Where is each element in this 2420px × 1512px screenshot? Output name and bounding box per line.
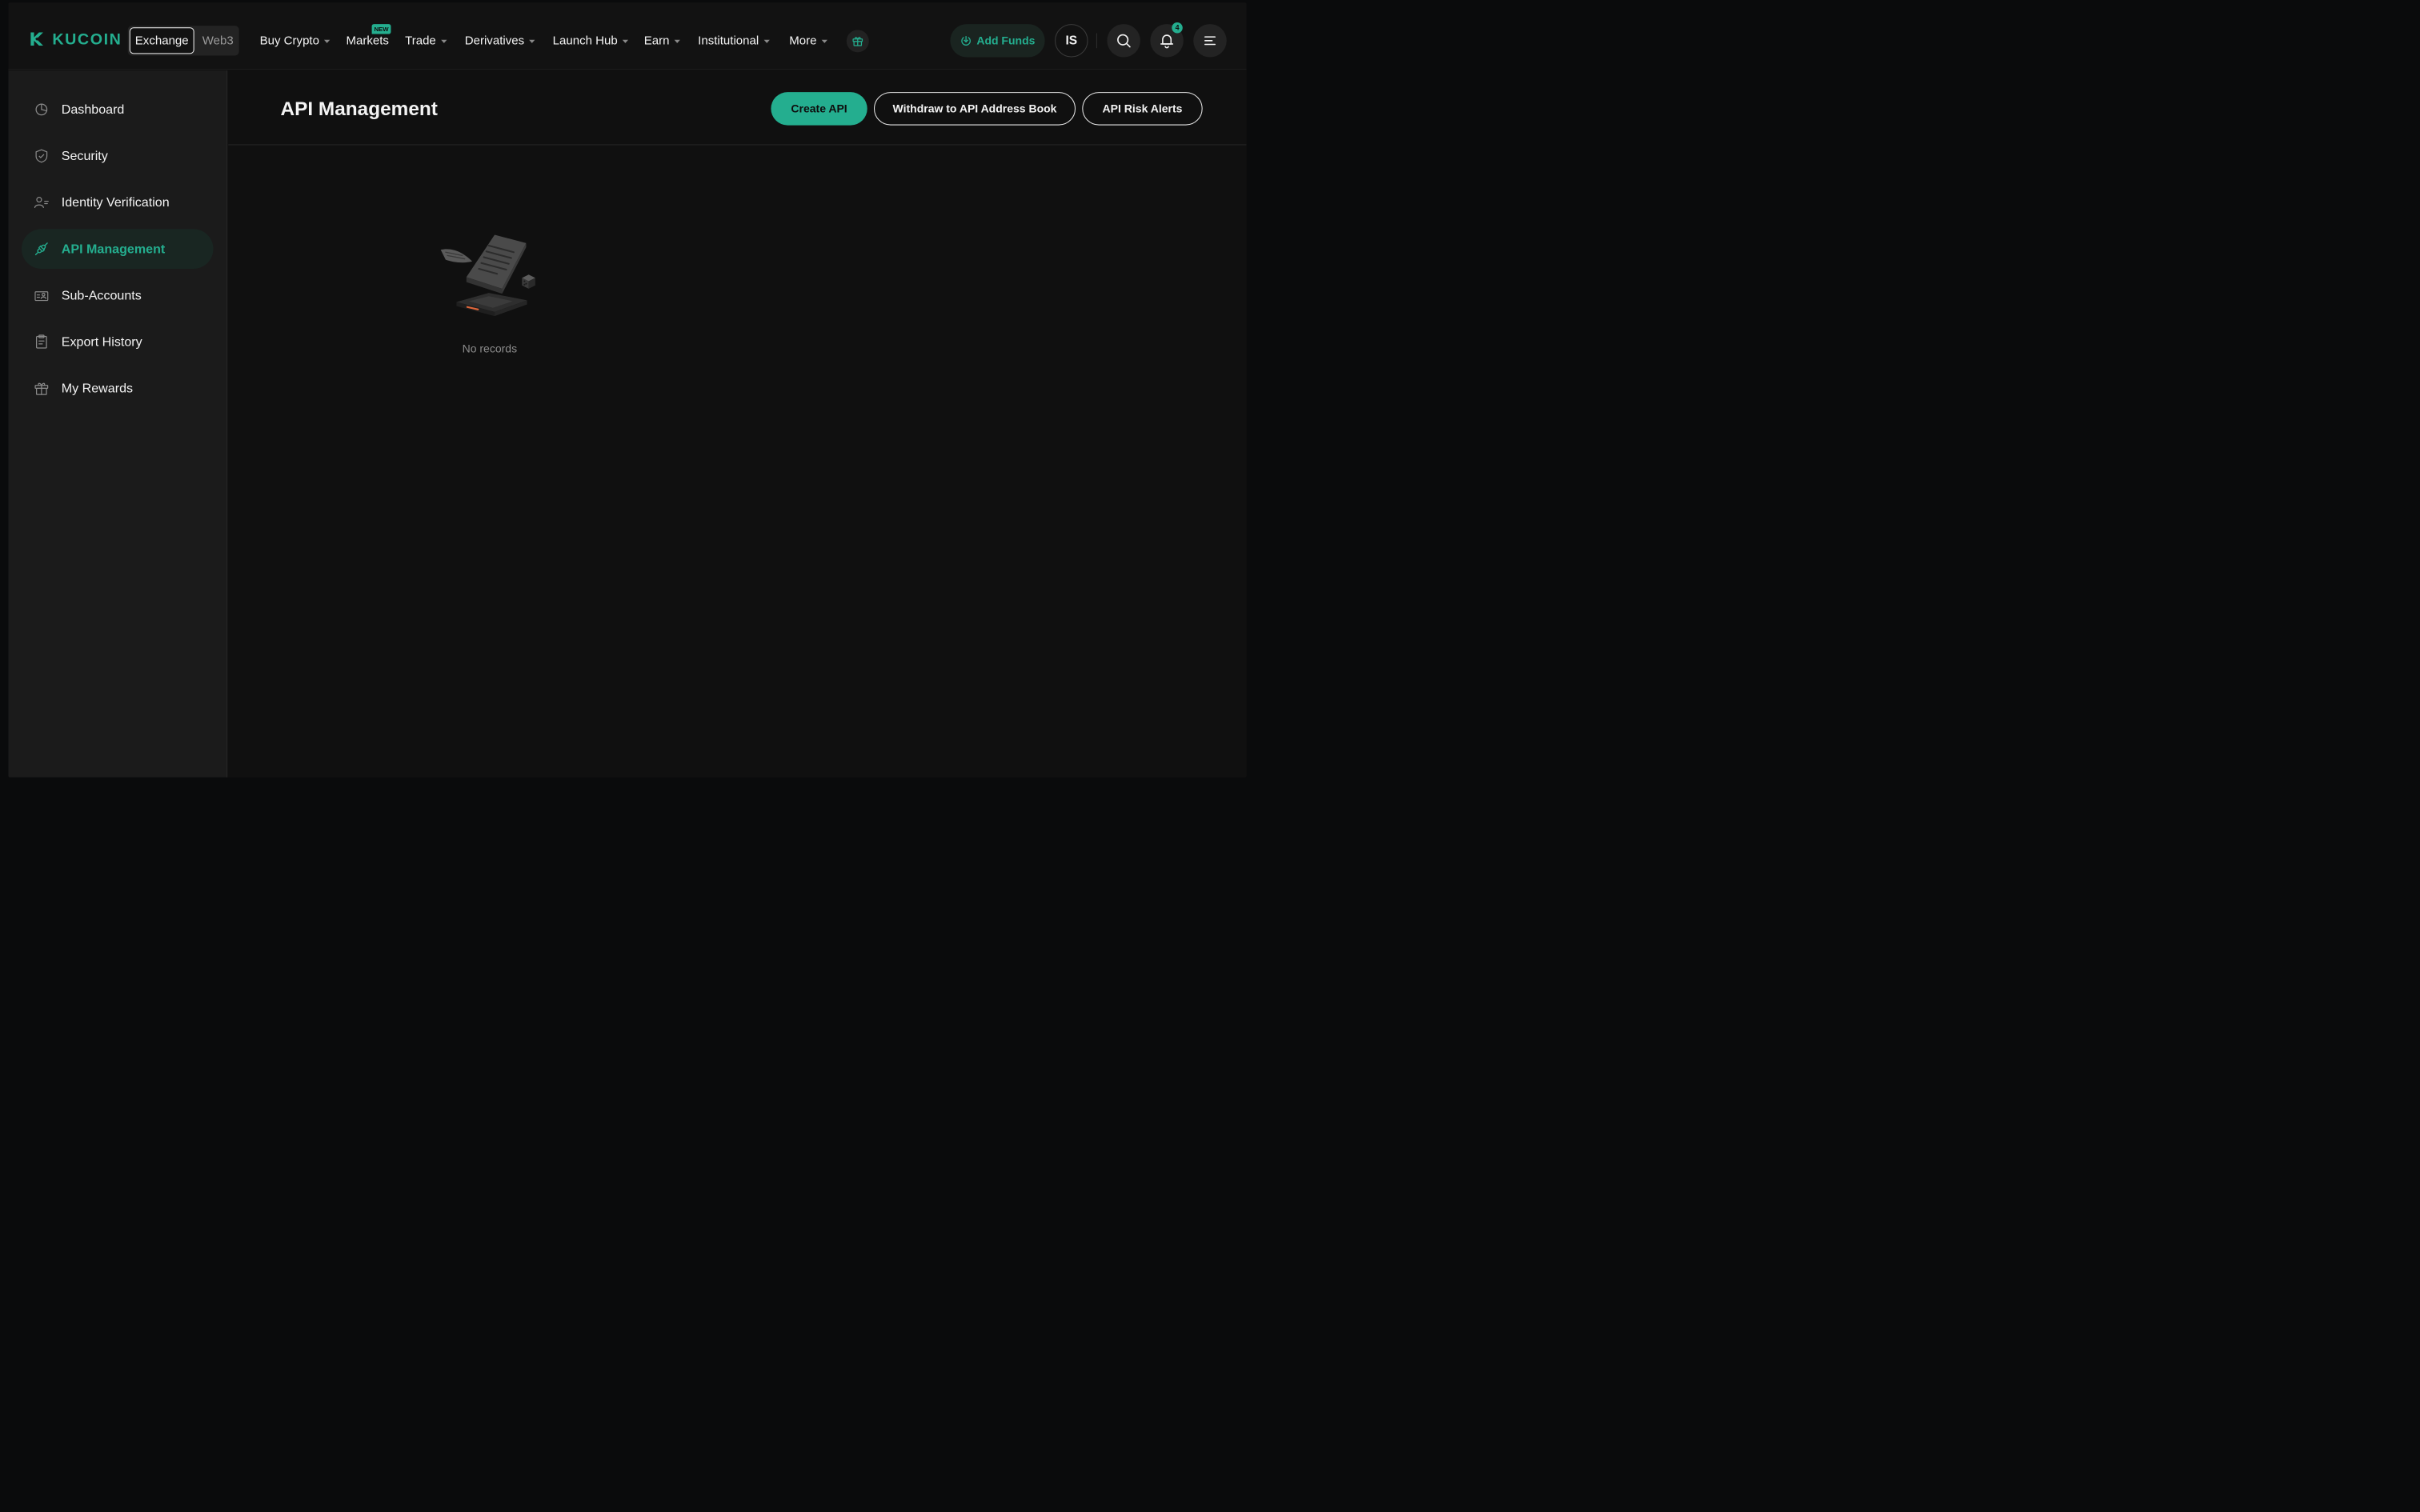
- sidebar-item-label: Sub-Accounts: [61, 287, 142, 302]
- nav-more[interactable]: More: [789, 31, 827, 50]
- empty-state-text: No records: [462, 342, 518, 355]
- chevron-down-icon: [441, 39, 447, 43]
- chevron-down-icon: [622, 39, 629, 43]
- notification-count-badge: 4: [1172, 22, 1183, 34]
- top-navigation-bar: KUCOIN Exchange Web3 Buy Crypto Markets …: [8, 2, 1247, 70]
- chevron-down-icon: [763, 39, 770, 43]
- sidebar-item-sub-accounts[interactable]: Sub-Accounts: [22, 275, 214, 315]
- sidebar-item-label: API Management: [61, 241, 166, 256]
- bell-icon: [1160, 34, 1174, 49]
- sidebar-item-label: Identity Verification: [61, 194, 170, 210]
- create-api-button[interactable]: Create API: [771, 92, 867, 126]
- gift-icon: [34, 381, 50, 396]
- nav-trade[interactable]: Trade: [405, 31, 447, 50]
- add-funds-button[interactable]: Add Funds: [950, 24, 1045, 58]
- nav-buy-crypto[interactable]: Buy Crypto: [260, 31, 331, 50]
- add-funds-label: Add Funds: [976, 34, 1036, 47]
- empty-records-illustration: [440, 234, 535, 317]
- page-header: API Management Create API Withdraw to AP…: [228, 70, 1247, 146]
- nav-label: Buy Crypto: [259, 34, 319, 47]
- nav-institutional[interactable]: Institutional: [698, 31, 770, 50]
- withdraw-address-book-button[interactable]: Withdraw to API Address Book: [874, 92, 1076, 126]
- nav-label: Launch Hub: [552, 34, 618, 47]
- sidebar-item-label: My Rewards: [61, 381, 134, 396]
- user-id-icon: [34, 195, 50, 210]
- user-avatar[interactable]: IS: [1055, 24, 1088, 58]
- sidebar-item-api-management[interactable]: API Management: [21, 229, 214, 269]
- exchange-web3-switch: Exchange Web3: [127, 26, 239, 56]
- page-title: API Management: [280, 97, 438, 120]
- empty-state: No records: [228, 230, 751, 355]
- api-risk-alerts-button[interactable]: API Risk Alerts: [1082, 92, 1203, 126]
- nav-label: Trade: [405, 34, 436, 47]
- kucoin-logo[interactable]: KUCOIN: [27, 29, 122, 50]
- chevron-down-icon: [674, 39, 680, 43]
- menu-icon: [1204, 36, 1216, 46]
- new-badge: NEW: [371, 24, 391, 34]
- account-sidebar: Dashboard Security Identity Verification…: [8, 70, 228, 778]
- search-button[interactable]: [1107, 24, 1140, 58]
- brand-name: KUCOIN: [52, 30, 122, 48]
- nav-derivatives[interactable]: Derivatives: [465, 31, 535, 50]
- sub-accounts-icon: [34, 288, 50, 303]
- web3-tab[interactable]: Web3: [198, 27, 238, 54]
- app-window: KUCOIN Exchange Web3 Buy Crypto Markets …: [8, 2, 1247, 778]
- kucoin-logo-icon: [30, 32, 43, 46]
- sidebar-item-identity-verification[interactable]: Identity Verification: [22, 182, 214, 222]
- sidebar-item-label: Export History: [61, 334, 142, 350]
- gift-button[interactable]: [846, 30, 869, 53]
- sidebar-item-label: Security: [61, 148, 108, 163]
- sidebar-item-export-history[interactable]: Export History: [22, 322, 214, 362]
- sidebar-item-dashboard[interactable]: Dashboard: [22, 90, 214, 130]
- sidebar-item-label: Dashboard: [61, 102, 125, 117]
- chevron-down-icon: [324, 39, 331, 43]
- menu-button[interactable]: [1193, 24, 1227, 58]
- exchange-tab[interactable]: Exchange: [129, 27, 194, 54]
- nav-label: Earn: [643, 34, 670, 47]
- nav-markets[interactable]: Markets: [346, 31, 388, 50]
- deposit-icon: [961, 36, 971, 46]
- gift-icon: [852, 37, 863, 46]
- nav-label: Derivatives: [464, 34, 525, 47]
- nav-earn[interactable]: Earn: [644, 31, 680, 50]
- plug-icon: [34, 242, 50, 257]
- chevron-down-icon: [821, 39, 827, 43]
- nav-label: Markets: [346, 34, 389, 47]
- nav-label: Institutional: [698, 34, 759, 47]
- nav-label: More: [789, 34, 817, 47]
- sidebar-item-my-rewards[interactable]: My Rewards: [22, 368, 214, 408]
- chevron-down-icon: [529, 39, 535, 43]
- clipboard-icon: [34, 334, 50, 350]
- divider: [1096, 33, 1097, 49]
- nav-launch-hub[interactable]: Launch Hub: [553, 31, 629, 50]
- search-icon: [1117, 34, 1131, 48]
- pie-chart-icon: [34, 102, 50, 118]
- shield-check-icon: [34, 149, 50, 164]
- sidebar-item-security[interactable]: Security: [22, 136, 214, 176]
